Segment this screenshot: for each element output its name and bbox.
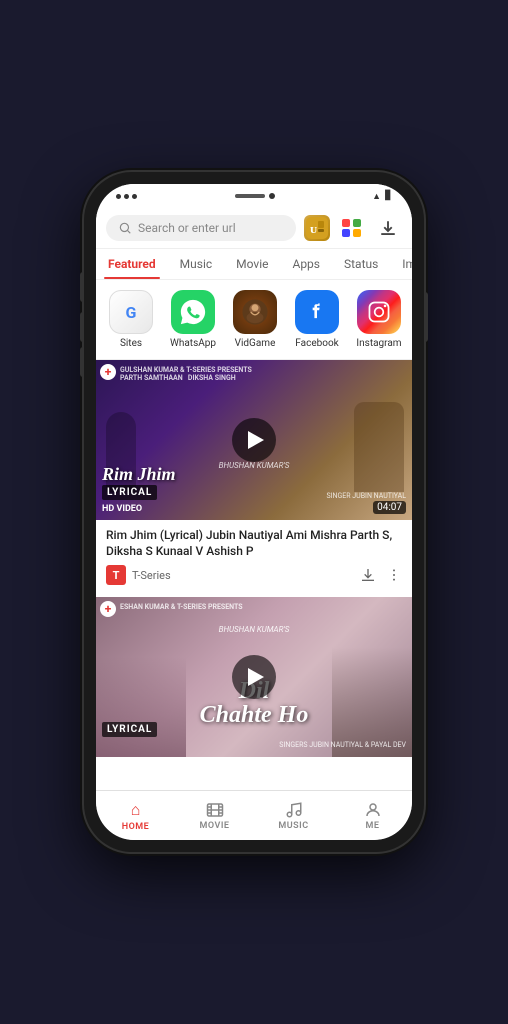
sites-icon: G: [109, 290, 153, 334]
download-icon[interactable]: [374, 214, 402, 242]
search-placeholder: Search or enter url: [138, 221, 236, 235]
facebook-logo: [304, 299, 330, 325]
app-whatsapp-label: WhatsApp: [170, 338, 216, 349]
video-card-rim-jhim: + GULSHAN KUMAR & T-SERIES PRESENTSPARTH…: [96, 360, 412, 593]
tseries-logo-1: T: [106, 565, 126, 585]
uc-browser-icon[interactable]: ᴜ: [304, 215, 330, 241]
nav-music-label: MUSIC: [278, 821, 308, 831]
video-info-rim-jhim: Rim Jhim (Lyrical) Jubin Nautiyal Ami Mi…: [96, 520, 412, 593]
signal-dot-1: [116, 194, 121, 199]
app-instagram-label: Instagram: [356, 338, 401, 349]
tab-status[interactable]: Status: [332, 249, 390, 279]
instagram-icon: [357, 290, 401, 334]
tab-image[interactable]: Image: [390, 249, 412, 279]
video-thumbnail-rim-jhim[interactable]: + GULSHAN KUMAR & T-SERIES PRESENTSPARTH…: [96, 360, 412, 520]
camera-dot: [269, 193, 275, 199]
facebook-icon: [295, 290, 339, 334]
app-facebook[interactable]: Facebook: [288, 290, 346, 349]
video-actions-1: [360, 567, 402, 583]
video-thumbnail-dil-chahte-ho[interactable]: + ESHAN KUMAR & T-SERIES PRESENTS BHUSHA…: [96, 597, 412, 757]
plus-badge-2: +: [100, 601, 116, 617]
whatsapp-icon: [171, 290, 215, 334]
app-facebook-label: Facebook: [295, 338, 338, 349]
tab-apps[interactable]: Apps: [280, 249, 332, 279]
plus-badge-1: +: [100, 364, 116, 380]
phone-frame: ▲ ▊ Search or enter url ᴜ: [84, 172, 424, 852]
signal-indicator: [116, 194, 137, 199]
apps-row: G Sites WhatsApp: [96, 280, 412, 360]
battery-icon: ▊: [385, 191, 392, 202]
bottom-nav: ⌂ HOME MOVIE MUSIC ME: [96, 790, 412, 840]
camera-notch: [235, 193, 275, 199]
singer-text-1: SINGER JUBIN NAUTIYAL: [326, 492, 406, 500]
movie-nav-icon: [206, 801, 224, 819]
play-triangle-1: [248, 431, 264, 449]
phone-screen: ▲ ▊ Search or enter url ᴜ: [96, 184, 412, 840]
tab-movie[interactable]: Movie: [224, 249, 280, 279]
nav-home-label: HOME: [122, 822, 150, 832]
app-sites-label: Sites: [120, 338, 142, 349]
tab-music[interactable]: Music: [168, 249, 224, 279]
nav-home[interactable]: ⌂ HOME: [96, 791, 175, 840]
whatsapp-logo: [179, 298, 207, 326]
play-button-2[interactable]: [232, 655, 276, 699]
producer-text-1: GULSHAN KUMAR & T-SERIES PRESENTSPARTH S…: [120, 366, 252, 382]
play-button-1[interactable]: [232, 418, 276, 462]
toolbar-icons: ᴜ: [304, 214, 402, 242]
signal-dot-2: [124, 194, 129, 199]
tabs-container: Featured Music Movie Apps Status Image: [96, 249, 412, 280]
uc-icon-svg: ᴜ: [306, 217, 328, 239]
hd-badge-1: HD VIDEO: [102, 504, 142, 514]
content-area: + GULSHAN KUMAR & T-SERIES PRESENTSPARTH…: [96, 360, 412, 790]
wifi-icon: ▲: [372, 191, 381, 202]
nav-music[interactable]: MUSIC: [254, 791, 333, 840]
home-nav-icon: ⌂: [131, 800, 141, 820]
app-instagram[interactable]: Instagram: [350, 290, 408, 349]
search-bar[interactable]: Search or enter url: [106, 215, 296, 241]
more-options-icon-1[interactable]: [386, 567, 402, 583]
svg-text:ᴜ: ᴜ: [310, 221, 317, 236]
lyrical-badge-2: LYRICAL: [102, 722, 157, 737]
nav-movie[interactable]: MOVIE: [175, 791, 254, 840]
music-nav-icon: [285, 801, 303, 819]
play-triangle-2: [248, 668, 264, 686]
nav-me[interactable]: ME: [333, 791, 412, 840]
lyrical-badge-1: LYRICAL: [102, 485, 157, 500]
apps-grid-icon[interactable]: [338, 214, 366, 242]
speaker-grill: [235, 194, 265, 198]
app-vidgame-label: VidGame: [235, 338, 276, 349]
search-bar-container: Search or enter url ᴜ: [96, 208, 412, 249]
nav-movie-label: MOVIE: [200, 821, 230, 831]
signal-dot-3: [132, 194, 137, 199]
video-info-title-1: Rim Jhim (Lyrical) Jubin Nautiyal Ami Mi…: [106, 528, 402, 559]
video-card-dil-chahte-ho: + ESHAN KUMAR & T-SERIES PRESENTS BHUSHA…: [96, 597, 412, 757]
app-whatsapp[interactable]: WhatsApp: [164, 290, 222, 349]
status-right: ▲ ▊: [372, 191, 392, 202]
download-video-icon-1[interactable]: [360, 567, 376, 583]
duration-1: 04:07: [373, 501, 406, 514]
app-sites[interactable]: G Sites: [102, 290, 160, 349]
video-info-bottom-1: T T-Series: [106, 565, 402, 585]
video-bg-rim-jhim: + GULSHAN KUMAR & T-SERIES PRESENTSPARTH…: [96, 360, 412, 520]
tab-featured[interactable]: Featured: [96, 249, 168, 279]
video-bg-dil-chahte: + ESHAN KUMAR & T-SERIES PRESENTS BHUSHA…: [96, 597, 412, 757]
channel-name-1: T-Series: [132, 569, 171, 582]
search-icon: [118, 221, 132, 235]
nav-me-label: ME: [366, 821, 380, 831]
producer-text-2: ESHAN KUMAR & T-SERIES PRESENTS: [120, 603, 243, 611]
me-nav-icon: [364, 801, 382, 819]
status-bar: ▲ ▊: [96, 184, 412, 208]
grid-dots: [342, 219, 362, 237]
channel-info-1: T T-Series: [106, 565, 171, 585]
instagram-logo: [366, 299, 392, 325]
app-vidgame[interactable]: VidGame: [226, 290, 284, 349]
vidgame-logo: [241, 298, 269, 326]
download-icon-svg: [379, 219, 397, 237]
video-title-rim-jhim: Rim Jhim: [102, 465, 406, 485]
vidgame-icon: [233, 290, 277, 334]
